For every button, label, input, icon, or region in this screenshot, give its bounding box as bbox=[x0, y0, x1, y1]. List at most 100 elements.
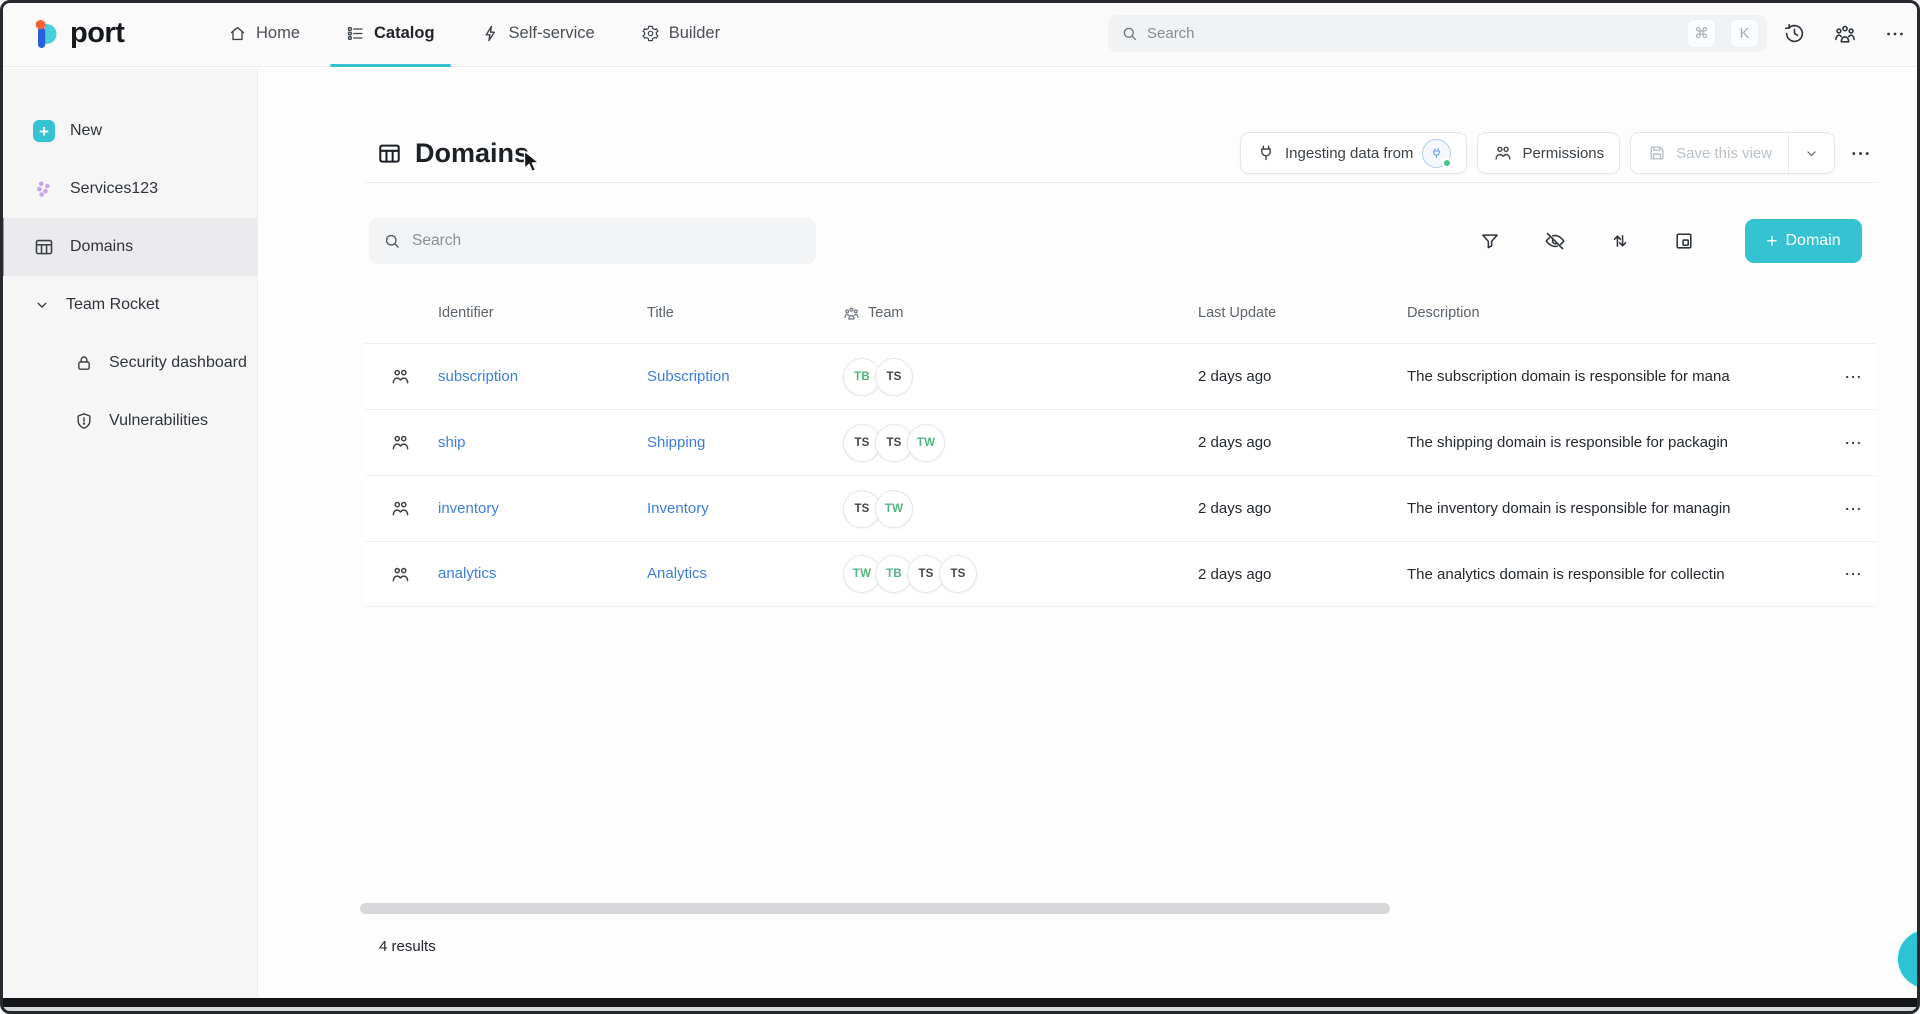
table-search-placeholder: Search bbox=[412, 232, 461, 250]
organization-icon[interactable] bbox=[1833, 22, 1857, 46]
sidebar-item-vulnerabilities[interactable]: Vulnerabilities bbox=[0, 392, 257, 450]
table-row[interactable]: ship Shipping TSTSTW 2 days ago The ship… bbox=[365, 409, 1876, 475]
row-more-icon[interactable] bbox=[1843, 433, 1863, 453]
add-domain-label: Domain bbox=[1785, 232, 1840, 250]
sidebar-item-domains[interactable]: Domains bbox=[0, 218, 257, 276]
nav-tab-label: Home bbox=[256, 24, 300, 43]
more-icon[interactable] bbox=[1884, 23, 1906, 45]
row-more-icon[interactable] bbox=[1843, 499, 1863, 519]
add-domain-button[interactable]: + Domain bbox=[1745, 219, 1862, 263]
sidebar: + New Services123 Domains Team Rocket Se… bbox=[0, 68, 258, 998]
row-description: The shipping domain is responsible for p… bbox=[1407, 434, 1830, 451]
table-row[interactable]: subscription Subscription TBTS 2 days ag… bbox=[365, 343, 1876, 409]
row-description: The subscription domain is responsible f… bbox=[1407, 368, 1830, 385]
save-icon bbox=[1647, 143, 1667, 163]
sidebar-item-label: Domains bbox=[70, 238, 133, 256]
table-icon bbox=[33, 236, 55, 258]
team-badge[interactable]: TS bbox=[939, 555, 977, 593]
save-view-button-group: Save this view bbox=[1630, 132, 1835, 174]
sidebar-item-label: Services123 bbox=[70, 180, 158, 198]
row-title-link[interactable]: Subscription bbox=[647, 368, 730, 385]
domain-entity-icon bbox=[390, 564, 411, 585]
plug-icon bbox=[1256, 143, 1276, 163]
row-description: The analytics domain is responsible for … bbox=[1407, 566, 1830, 583]
column-header-title[interactable]: Title bbox=[647, 305, 843, 321]
ingest-source-icon bbox=[1422, 139, 1451, 168]
row-more-icon[interactable] bbox=[1843, 367, 1863, 387]
chevron-down-icon bbox=[33, 296, 51, 314]
column-header-identifier[interactable]: Identifier bbox=[438, 305, 647, 321]
nav-tab-catalog[interactable]: Catalog bbox=[323, 0, 458, 67]
history-icon[interactable] bbox=[1783, 22, 1806, 45]
sidebar-item-label: Team Rocket bbox=[66, 296, 159, 314]
table-row[interactable]: inventory Inventory TSTW 2 days ago The … bbox=[365, 475, 1876, 541]
team-badge[interactable]: TW bbox=[907, 424, 945, 462]
bolt-icon bbox=[481, 24, 500, 43]
port-logo[interactable]: port bbox=[28, 0, 124, 67]
nav-tab-self-service[interactable]: Self-service bbox=[458, 0, 618, 67]
horizontal-scrollbar[interactable] bbox=[360, 903, 1390, 914]
filter-icon[interactable] bbox=[1475, 226, 1505, 256]
row-teams: TSTSTW bbox=[843, 424, 1198, 462]
sidebar-item-label: Vulnerabilities bbox=[109, 412, 208, 430]
save-view-label: Save this view bbox=[1676, 145, 1772, 162]
status-dot bbox=[1442, 158, 1452, 168]
column-header-team[interactable]: Team bbox=[843, 305, 1198, 322]
plus-square-icon: + bbox=[33, 120, 55, 142]
ingesting-data-button[interactable]: Ingesting data from bbox=[1240, 132, 1467, 174]
domain-entity-icon bbox=[390, 432, 411, 453]
table-body: subscription Subscription TBTS 2 days ag… bbox=[365, 343, 1876, 607]
row-teams: TBTS bbox=[843, 358, 1198, 396]
main-nav: Home Catalog Self-service Builder bbox=[205, 0, 743, 67]
gear-icon bbox=[641, 24, 660, 43]
plus-icon: + bbox=[1766, 232, 1777, 251]
page-title: Domains bbox=[415, 138, 529, 169]
column-header-description[interactable]: Description bbox=[1407, 305, 1830, 321]
catalog-icon bbox=[346, 24, 365, 43]
team-badge[interactable]: TS bbox=[875, 358, 913, 396]
lock-icon bbox=[74, 353, 94, 373]
people-icon bbox=[1493, 143, 1513, 163]
row-last-update: 2 days ago bbox=[1198, 368, 1407, 385]
nav-tab-builder[interactable]: Builder bbox=[618, 0, 743, 67]
nav-tab-home[interactable]: Home bbox=[205, 0, 323, 67]
row-title-link[interactable]: Inventory bbox=[647, 500, 709, 517]
table-icon bbox=[376, 140, 403, 167]
logo-text: port bbox=[70, 17, 124, 50]
table-search-input[interactable]: Search bbox=[369, 218, 816, 264]
global-search-input[interactable]: Search ⌘ K bbox=[1108, 15, 1767, 52]
shield-icon bbox=[74, 411, 94, 431]
row-last-update: 2 days ago bbox=[1198, 566, 1407, 583]
home-icon bbox=[228, 24, 247, 43]
save-view-dropdown[interactable] bbox=[1788, 133, 1834, 173]
team-icon bbox=[843, 305, 860, 322]
frame-bottom-strip bbox=[3, 1007, 1917, 1011]
save-view-button[interactable]: Save this view bbox=[1631, 133, 1788, 173]
row-identifier-link[interactable]: subscription bbox=[438, 368, 518, 385]
row-teams: TWTBTSTS bbox=[843, 555, 1198, 593]
hide-columns-icon[interactable] bbox=[1539, 225, 1571, 257]
column-header-last-update[interactable]: Last Update bbox=[1198, 305, 1407, 321]
sidebar-item-team-rocket[interactable]: Team Rocket bbox=[0, 276, 257, 334]
table-header: Identifier Title Team Last Update Descri… bbox=[365, 283, 1876, 343]
group-by-icon[interactable] bbox=[1669, 226, 1699, 256]
row-more-icon[interactable] bbox=[1843, 564, 1863, 584]
row-title-link[interactable]: Analytics bbox=[647, 565, 707, 582]
table-row[interactable]: analytics Analytics TWTBTSTS 2 days ago … bbox=[365, 541, 1876, 607]
sort-icon[interactable] bbox=[1605, 226, 1635, 256]
row-identifier-link[interactable]: analytics bbox=[438, 565, 496, 582]
row-teams: TSTW bbox=[843, 490, 1198, 528]
row-identifier-link[interactable]: ship bbox=[438, 434, 466, 451]
permissions-button[interactable]: Permissions bbox=[1477, 132, 1620, 174]
team-badge[interactable]: TW bbox=[875, 490, 913, 528]
sidebar-item-services123[interactable]: Services123 bbox=[0, 160, 257, 218]
main-content: Domains Ingesting data from Permissions bbox=[259, 68, 1920, 998]
domain-entity-icon bbox=[390, 366, 411, 387]
row-title-link[interactable]: Shipping bbox=[647, 434, 705, 451]
global-search-placeholder: Search bbox=[1147, 25, 1678, 42]
row-identifier-link[interactable]: inventory bbox=[438, 500, 499, 517]
page-more-icon[interactable] bbox=[1845, 138, 1876, 169]
permissions-label: Permissions bbox=[1522, 145, 1604, 162]
sidebar-item-new[interactable]: + New bbox=[0, 102, 257, 160]
sidebar-item-security-dashboard[interactable]: Security dashboard bbox=[0, 334, 257, 392]
